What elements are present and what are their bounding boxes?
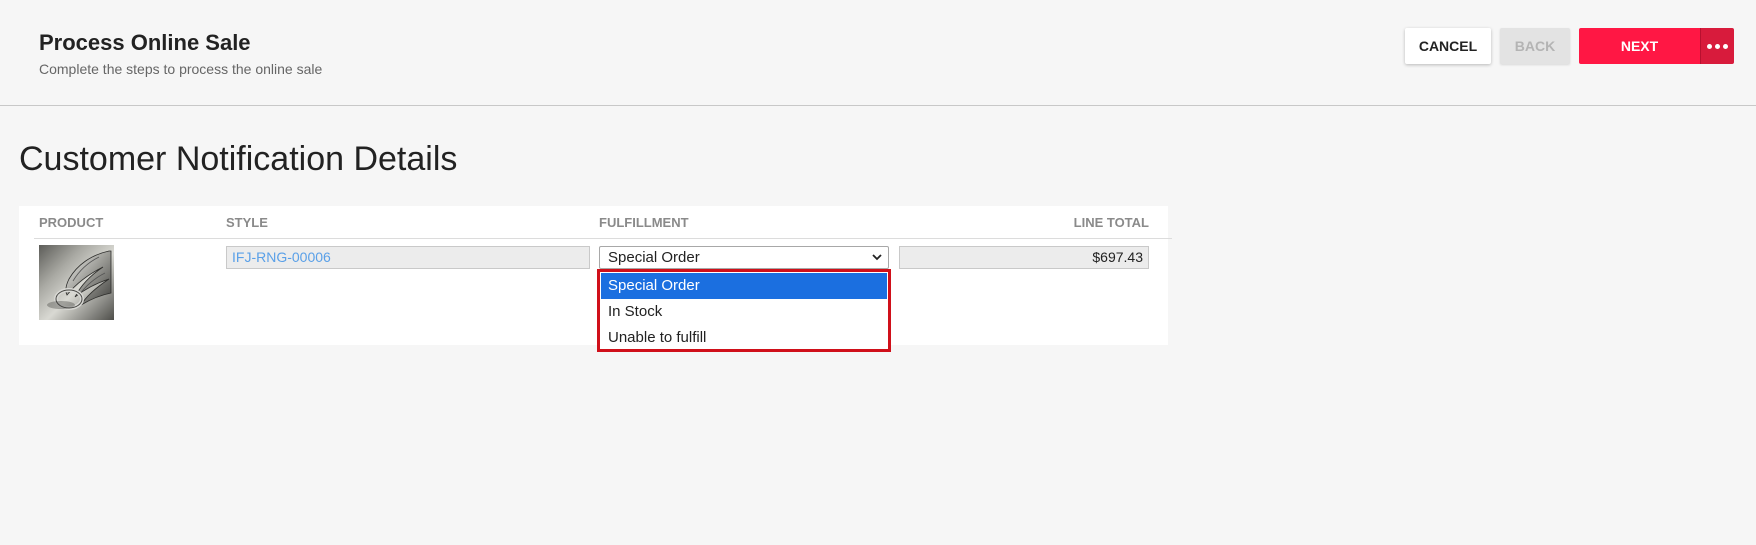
winged-ring-image	[47, 250, 112, 310]
fulfillment-select-value: Special Order	[608, 249, 700, 266]
back-button[interactable]: BACK	[1500, 28, 1570, 64]
page-subtitle: Complete the steps to process the online…	[39, 61, 323, 77]
cancel-button[interactable]: CANCEL	[1405, 28, 1491, 64]
more-options-button[interactable]	[1700, 28, 1734, 64]
more-horizontal-icon	[1707, 43, 1728, 49]
page-header: Process Online Sale Complete the steps t…	[0, 0, 1756, 106]
column-header-product: PRODUCT	[39, 215, 104, 230]
fulfillment-dropdown-list: Special Order In Stock Unable to fulfill	[597, 269, 891, 352]
order-lines-table: PRODUCT STYLE FULFILLMENT LINE TOTAL IFJ…	[19, 206, 1172, 345]
fulfillment-select[interactable]: Special Order	[599, 246, 889, 269]
column-header-style: STYLE	[226, 215, 268, 230]
chevron-down-icon	[872, 254, 882, 261]
style-field[interactable]: IFJ-RNG-00006	[226, 246, 590, 269]
page-title: Process Online Sale	[39, 30, 251, 55]
column-header-fulfillment: FULFILLMENT	[599, 215, 689, 230]
next-button[interactable]: NEXT	[1579, 28, 1700, 64]
header-divider	[34, 238, 1172, 239]
dropdown-option-special-order[interactable]: Special Order	[601, 273, 887, 299]
dropdown-option-in-stock[interactable]: In Stock	[601, 299, 887, 325]
column-header-line-total: LINE TOTAL	[1073, 215, 1149, 230]
section-title: Customer Notification Details	[19, 140, 458, 178]
dropdown-option-unable-to-fulfill[interactable]: Unable to fulfill	[601, 325, 887, 351]
product-image	[39, 245, 114, 320]
line-total-field: $697.43	[899, 246, 1149, 269]
